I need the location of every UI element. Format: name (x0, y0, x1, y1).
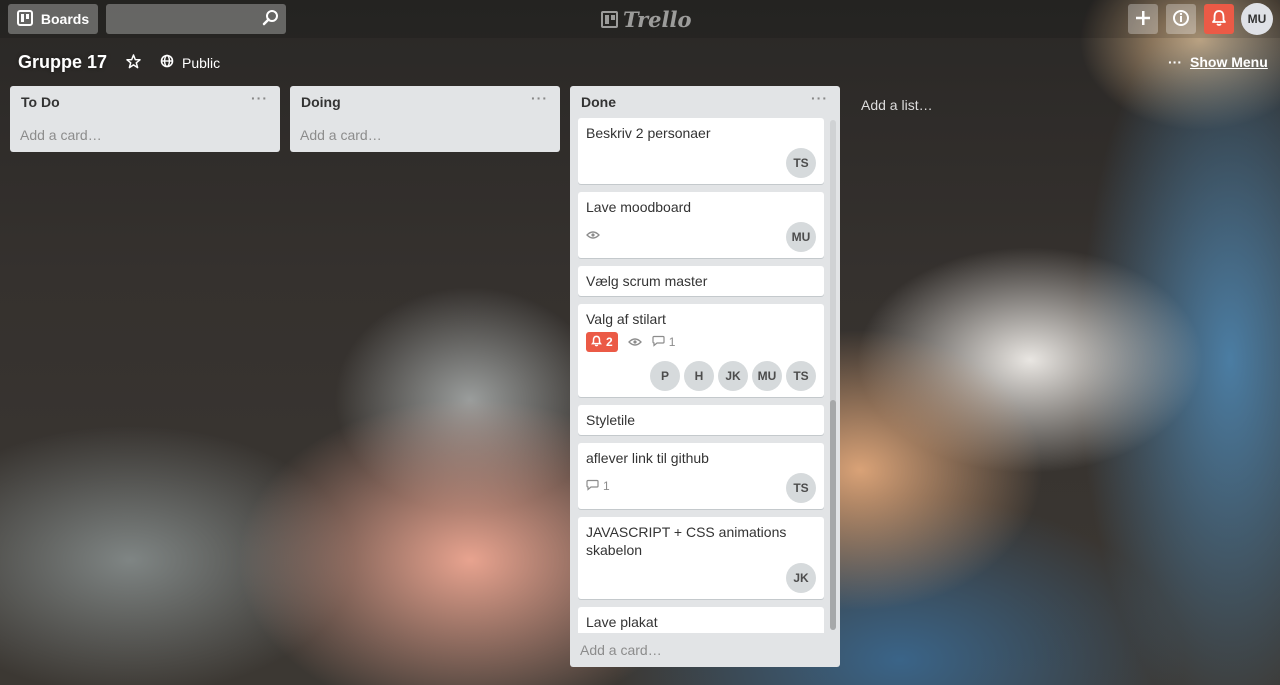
trello-logo-icon (601, 11, 618, 28)
notifications-button[interactable] (1204, 4, 1234, 34)
card-members: JK (586, 563, 816, 593)
card-members: MU (586, 222, 816, 252)
notification-badge: 2 (586, 332, 618, 352)
list-header[interactable]: To Do ··· (10, 86, 280, 118)
bell-icon (1211, 9, 1227, 30)
comments-badge: 1 (586, 479, 610, 494)
card-list[interactable]: Beskriv 2 personaer TS Lave moodboard MU… (570, 118, 840, 633)
scrollbar[interactable] (830, 120, 836, 630)
top-header: Boards Trello MU (0, 0, 1280, 38)
search-icon[interactable] (262, 9, 280, 30)
list-header[interactable]: Doing ··· (290, 86, 560, 118)
member-avatar[interactable]: TS (786, 148, 816, 178)
card-members: P H JK MU TS (586, 361, 816, 391)
eye-icon (586, 230, 600, 240)
card[interactable]: Valg af stilart 2 1 P H JK MU TS (578, 304, 824, 397)
card[interactable]: Vælg scrum master (578, 266, 824, 296)
list-title: Doing (301, 94, 341, 110)
card-badges: 2 1 (586, 332, 816, 352)
comment-count: 1 (603, 479, 610, 493)
card[interactable]: aflever link til github 1 TS (578, 443, 824, 509)
boards-button[interactable]: Boards (8, 4, 98, 34)
card-title: Vælg scrum master (586, 273, 708, 289)
member-avatar[interactable]: JK (718, 361, 748, 391)
member-avatar[interactable]: H (684, 361, 714, 391)
member-avatar[interactable]: JK (786, 563, 816, 593)
comment-count: 1 (668, 335, 676, 349)
scroll-thumb[interactable] (830, 400, 836, 630)
card[interactable]: Beskriv 2 personaer TS (578, 118, 824, 184)
user-avatar[interactable]: MU (1241, 3, 1273, 35)
list-menu-icon[interactable]: ··· (531, 90, 548, 106)
member-avatar[interactable]: MU (752, 361, 782, 391)
add-card-button[interactable]: Add a card… (290, 118, 560, 152)
card-members: TS (586, 473, 816, 503)
visibility-label: Public (182, 54, 221, 71)
card[interactable]: Lave moodboard MU (578, 192, 824, 258)
card[interactable]: Lave plakat (578, 607, 824, 633)
card[interactable]: JAVASCRIPT + CSS animations skabelon JK (578, 517, 824, 599)
list-title: Done (581, 94, 616, 110)
card-badges: 1 (586, 477, 610, 495)
member-avatar[interactable]: TS (786, 361, 816, 391)
list-done: Done ··· Beskriv 2 personaer TS Lave moo… (570, 86, 840, 667)
card-title: Styletile (586, 412, 636, 428)
comments-badge: 1 (652, 335, 676, 350)
search-input[interactable] (106, 4, 286, 34)
card[interactable]: Styletile (578, 405, 824, 435)
info-icon (1172, 9, 1190, 30)
list-title: To Do (21, 94, 60, 110)
plus-icon (1135, 5, 1151, 33)
comment-icon (652, 335, 665, 350)
boards-label: Boards (40, 11, 90, 27)
info-button[interactable] (1166, 4, 1196, 34)
boards-icon (16, 9, 33, 29)
list-todo: To Do ··· Add a card… (10, 86, 280, 152)
card-title: Valg af stilart (586, 311, 666, 327)
list-doing: Doing ··· Add a card… (290, 86, 560, 152)
comment-icon (586, 479, 599, 494)
card-title: aflever link til github (586, 450, 709, 466)
show-menu-button[interactable]: ··· Show Menu (1168, 54, 1268, 70)
globe-icon (160, 54, 174, 71)
show-menu-label: Show Menu (1190, 54, 1268, 70)
star-icon[interactable] (126, 54, 141, 73)
card-title: Beskriv 2 personaer (586, 125, 711, 141)
more-icon: ··· (1168, 54, 1182, 70)
list-menu-icon[interactable]: ··· (251, 90, 268, 106)
create-button[interactable] (1128, 4, 1158, 34)
logo-text: Trello (623, 7, 692, 32)
card-members: TS (586, 148, 816, 178)
card-title: Lave moodboard (586, 199, 692, 215)
card-title: Lave plakat (586, 614, 658, 630)
bell-icon (591, 335, 602, 350)
member-avatar[interactable]: P (650, 361, 680, 391)
list-menu-icon[interactable]: ··· (811, 90, 828, 106)
member-avatar[interactable]: TS (786, 473, 816, 503)
trello-logo[interactable]: Trello (601, 7, 692, 32)
card-badges (586, 226, 600, 244)
add-list-button[interactable]: Add a list… (850, 86, 1120, 124)
board-title[interactable]: Gruppe 17 (18, 52, 107, 73)
visibility-button[interactable]: Public (160, 54, 220, 71)
card-title: JAVASCRIPT + CSS animations skabelon (586, 524, 787, 558)
member-avatar[interactable]: MU (786, 222, 816, 252)
eye-icon (627, 337, 642, 347)
list-header[interactable]: Done ··· (570, 86, 840, 118)
add-card-button[interactable]: Add a card… (570, 633, 840, 667)
add-card-button[interactable]: Add a card… (10, 118, 280, 152)
notification-count: 2 (606, 335, 613, 349)
